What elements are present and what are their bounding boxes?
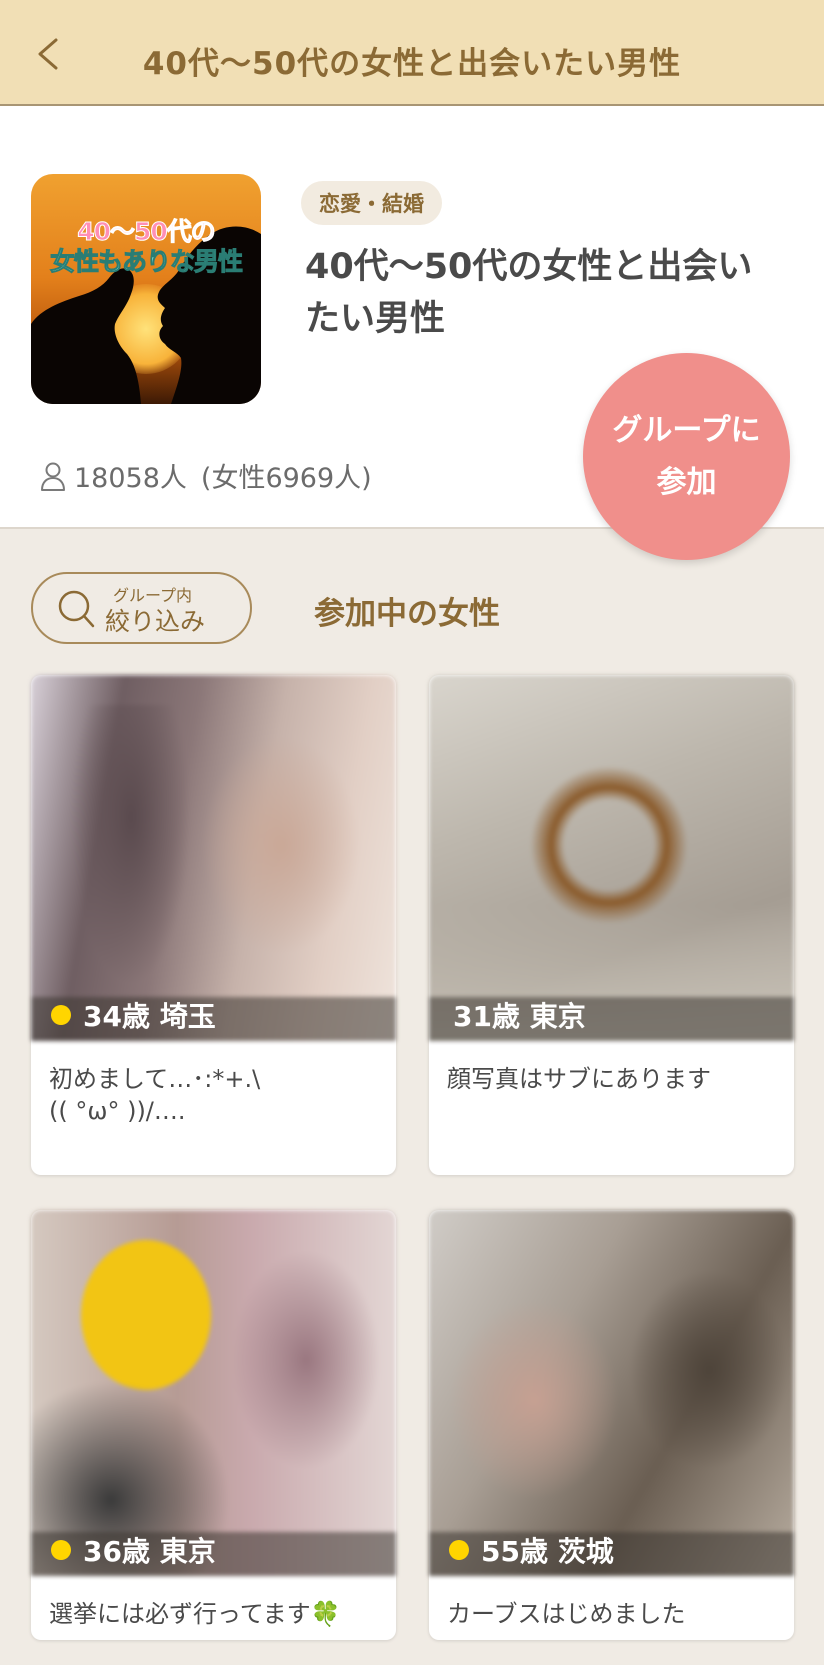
- member-photo: [31, 675, 396, 1041]
- filter-label: 絞り込み: [105, 607, 206, 636]
- member-card[interactable]: 31歳 東京 顔写真はサブにあります: [429, 675, 794, 1175]
- member-meta: 31歳 東京: [453, 993, 586, 1037]
- member-message: 顔写真はサブにあります: [447, 1065, 711, 1093]
- app-header: 40代〜50代の女性と出会いたい男性: [0, 0, 824, 106]
- join-button-label-1: グループに: [612, 412, 761, 448]
- member-meta: 55歳 茨城: [449, 1528, 614, 1572]
- member-age-area: 36歳 東京: [83, 1535, 216, 1568]
- online-indicator: [51, 1005, 71, 1025]
- member-age-area: 31歳 東京: [453, 1000, 586, 1033]
- member-age-area: 55歳 茨城: [481, 1535, 614, 1568]
- page-title: 40代〜50代の女性と出会いたい男性: [142, 46, 682, 82]
- member-count: 18058人 (女性6969人): [40, 456, 372, 495]
- member-age-area: 34歳 埼玉: [83, 1000, 216, 1033]
- member-total: 18058人: [74, 463, 187, 494]
- member-meta: 36歳 東京: [51, 1528, 216, 1572]
- member-photo: [31, 1210, 396, 1576]
- member-message: 初めまして…･:*+.\ (( °ω° ))/….: [49, 1065, 261, 1125]
- member-message: カーブスはじめました: [447, 1600, 686, 1628]
- member-card[interactable]: 34歳 埼玉 初めまして…･:*+.\ (( °ω° ))/….: [31, 675, 396, 1175]
- member-meta: 34歳 埼玉: [51, 993, 216, 1037]
- member-photo: [429, 675, 794, 1041]
- section-title: 参加中の女性: [314, 596, 500, 632]
- join-group-button[interactable]: グループに 参加: [583, 353, 790, 560]
- person-icon: [41, 462, 65, 491]
- search-icon: [58, 590, 95, 628]
- member-card[interactable]: 36歳 東京 選挙には必ず行ってます🍀: [31, 1210, 396, 1640]
- group-thumbnail: 40〜50代の 女性もありな男性: [31, 174, 261, 404]
- member-card[interactable]: 55歳 茨城 カーブスはじめました: [429, 1210, 794, 1640]
- member-photo: [429, 1210, 794, 1576]
- group-title: 40代〜50代の女性と出会いたい男性: [305, 247, 753, 339]
- thumbnail-text-2: 女性もありな男性: [49, 247, 243, 277]
- member-message: 選挙には必ず行ってます🍀: [49, 1600, 341, 1628]
- chevron-left-icon: [38, 38, 58, 70]
- filter-button[interactable]: グループ内 絞り込み: [31, 572, 252, 644]
- online-indicator: [51, 1540, 71, 1560]
- join-button-label-2: 参加: [656, 464, 717, 500]
- member-female: (女性6969人): [200, 463, 372, 494]
- online-indicator: [449, 1540, 469, 1560]
- category-badge: 恋愛・結婚: [301, 181, 442, 225]
- back-button[interactable]: [28, 30, 68, 78]
